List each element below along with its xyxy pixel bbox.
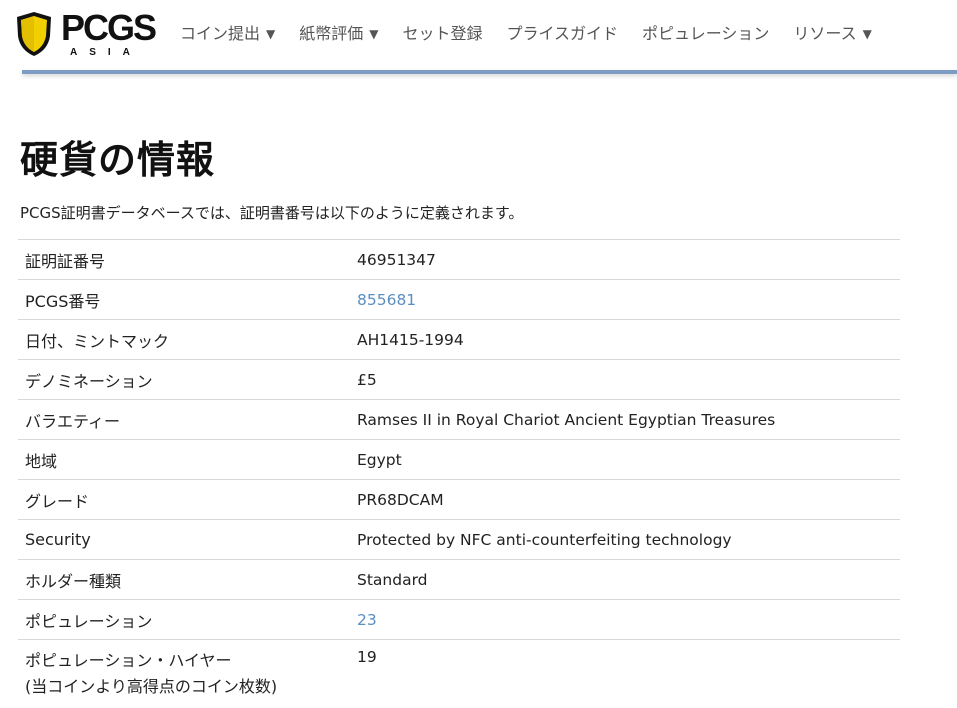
logo-wordmark: PCGS [61,8,155,48]
row-label: Security [18,520,350,560]
table-row: ポピュレーション 23 [18,600,900,640]
row-value: PR68DCAM [350,480,900,520]
row-value: £5 [350,360,900,400]
table-row: 地域 Egypt [18,440,900,480]
table-row: Security Protected by NFC anti-counterfe… [18,520,900,560]
table-row: PCGS番号 855681 [18,280,900,320]
row-label-line1: ポピュレーション・ハイヤー [25,648,343,674]
row-value: Standard [350,560,900,600]
row-label: ポピュレーション・ハイヤー (当コインより高得点のコイン枚数) [18,640,350,708]
nav-coin-submission[interactable]: コイン提出 ▼ [180,22,275,46]
table-row: バラエティー Ramses II in Royal Chariot Ancien… [18,400,900,440]
shield-icon [14,10,54,58]
table-row: 日付、ミントマック AH1415-1994 [18,320,900,360]
row-label: ポピュレーション [18,600,350,640]
table-row: グレード PR68DCAM [18,480,900,520]
table-row: ポピュレーション・ハイヤー (当コインより高得点のコイン枚数) 19 [18,640,900,708]
pcgs-number-link[interactable]: 855681 [357,291,416,309]
row-label: PCGS番号 [18,280,350,320]
population-cell: 23 [350,600,900,640]
row-label: 証明証番号 [18,240,350,280]
row-value: Egypt [350,440,900,480]
pcgs-number-cell: 855681 [350,280,900,320]
population-link[interactable]: 23 [357,611,377,629]
row-value: Ramses II in Royal Chariot Ancient Egypt… [350,400,900,440]
caret-down-icon: ▼ [266,22,275,46]
main-nav: コイン提出 ▼ 紙幣評価 ▼ セット登録 プライスガイド ポピュレーション リソ… [180,22,872,46]
row-label: バラエティー [18,400,350,440]
page-title: 硬貨の情報 [20,135,215,185]
pcgs-asia-logo[interactable]: PCGS ASIA [14,6,144,62]
row-label: 日付、ミントマック [18,320,350,360]
nav-population[interactable]: ポピュレーション [642,22,769,46]
nav-label: 紙幣評価 [299,22,363,46]
nav-banknote-grading[interactable]: 紙幣評価 ▼ [299,22,378,46]
page-intro: PCGS証明書データベースでは、証明書番号は以下のように定義されます。 [20,202,523,224]
table-row: ホルダー種類 Standard [18,560,900,600]
nav-label: リソース [793,22,856,46]
row-value: 46951347 [350,240,900,280]
site-header: PCGS ASIA コイン提出 ▼ 紙幣評価 ▼ セット登録 プライスガイド ポ… [0,0,957,70]
row-label: ホルダー種類 [18,560,350,600]
nav-label: コイン提出 [180,22,260,46]
header-divider [22,70,957,74]
nav-label: プライスガイド [507,22,619,46]
logo-subtext: ASIA [70,47,142,59]
row-label-line2: (当コインより高得点のコイン枚数) [25,674,343,700]
caret-down-icon: ▼ [863,22,872,46]
nav-label: ポピュレーション [642,22,769,46]
row-value: AH1415-1994 [350,320,900,360]
nav-resources[interactable]: リソース ▼ [793,22,871,46]
row-label: 地域 [18,440,350,480]
table-row: 証明証番号 46951347 [18,240,900,280]
nav-set-registry[interactable]: セット登録 [403,22,483,46]
row-label: グレード [18,480,350,520]
coin-info-table: 証明証番号 46951347 PCGS番号 855681 日付、ミントマック A… [18,239,900,708]
nav-label: セット登録 [403,22,483,46]
caret-down-icon: ▼ [369,22,378,46]
nav-price-guide[interactable]: プライスガイド [507,22,619,46]
row-label: デノミネーション [18,360,350,400]
row-value: 19 [350,640,900,708]
table-row: デノミネーション £5 [18,360,900,400]
row-value: Protected by NFC anti-counterfeiting tec… [350,520,900,560]
